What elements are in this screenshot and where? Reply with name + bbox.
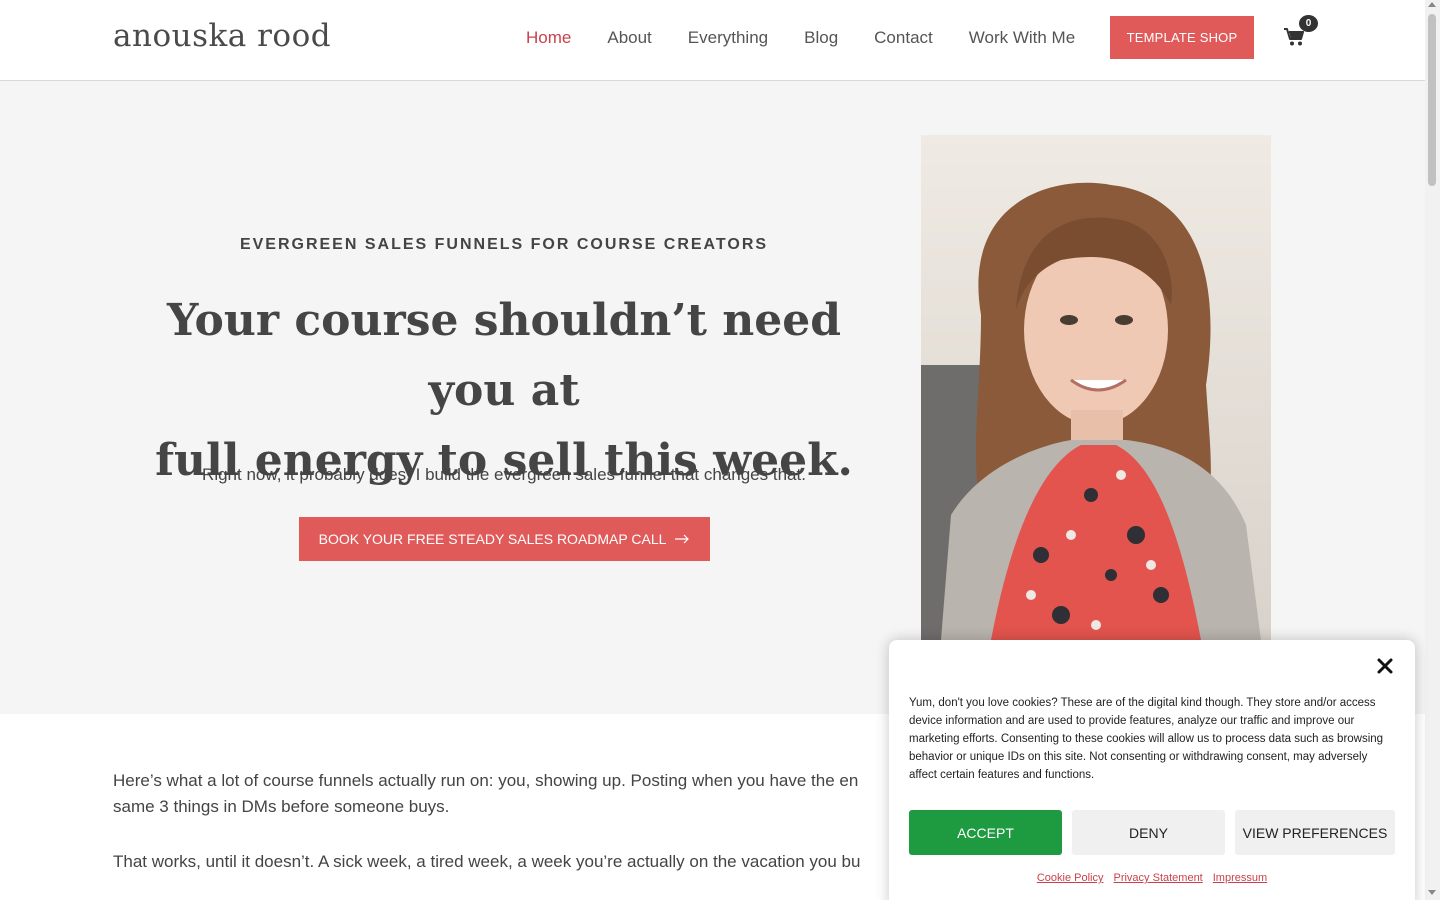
hero-eyebrow: EVERGREEN SALES FUNNELS FOR COURSE CREAT… (239, 236, 769, 253)
scroll-up-arrow-icon[interactable] (1428, 2, 1436, 7)
nav-item-about[interactable]: About (607, 28, 651, 48)
portrait-photo (921, 135, 1271, 640)
scrollbar-thumb[interactable] (1428, 14, 1436, 186)
arrow-right-icon (675, 534, 690, 544)
intro-paragraph-1-line-1: Here’s what a lot of course funnels actu… (113, 771, 859, 790)
intro-paragraph-1: Here’s what a lot of course funnels actu… (113, 768, 1013, 820)
portrait-illustration (921, 135, 1271, 640)
cookie-consent-dialog: Yum, don't you love cookies? These are o… (889, 640, 1415, 900)
cookie-policy-link[interactable]: Cookie Policy (1037, 872, 1104, 884)
site-header: anouska rood Home About Everything Blog … (0, 0, 1425, 81)
intro-paragraph-2: That works, until it doesn’t. A sick wee… (113, 852, 861, 871)
cart-count-badge: 0 (1299, 15, 1318, 32)
nav-item-everything[interactable]: Everything (688, 28, 768, 48)
hero-subtext: Right now, it probably does. I build the… (202, 465, 806, 484)
intro-paragraph-1-line-2: same 3 things in DMs before someone buys… (113, 797, 450, 816)
page-scrollbar[interactable] (1425, 0, 1440, 900)
main-nav: Home About Everything Blog Contact Work … (508, 28, 1093, 48)
view-preferences-button[interactable]: VIEW PREFERENCES (1235, 810, 1395, 855)
book-call-label: BOOK YOUR FREE STEADY SALES ROADMAP CALL (318, 531, 667, 547)
template-shop-button[interactable]: TEMPLATE SHOP (1110, 16, 1254, 59)
deny-cookies-button[interactable]: DENY (1072, 810, 1225, 855)
cookie-message: Yum, don't you love cookies? These are o… (909, 697, 1384, 781)
hero-section: EVERGREEN SALES FUNNELS FOR COURSE CREAT… (0, 81, 1425, 714)
privacy-statement-link[interactable]: Privacy Statement (1113, 872, 1202, 884)
scroll-down-arrow-icon[interactable] (1428, 890, 1436, 895)
nav-item-blog[interactable]: Blog (804, 28, 838, 48)
close-icon[interactable] (1375, 656, 1395, 676)
hero-headline-line-1: Your course shouldn’t need you at (166, 295, 842, 416)
nav-item-work-with-me[interactable]: Work With Me (969, 28, 1075, 48)
nav-item-home[interactable]: Home (526, 28, 571, 48)
site-logo[interactable]: anouska rood (113, 18, 331, 54)
impressum-link[interactable]: Impressum (1213, 872, 1267, 884)
cookie-links: Cookie Policy Privacy Statement Impressu… (889, 872, 1415, 884)
book-call-button[interactable]: BOOK YOUR FREE STEADY SALES ROADMAP CALL (299, 517, 710, 561)
accept-cookies-button[interactable]: ACCEPT (909, 810, 1062, 855)
nav-item-contact[interactable]: Contact (874, 28, 933, 48)
